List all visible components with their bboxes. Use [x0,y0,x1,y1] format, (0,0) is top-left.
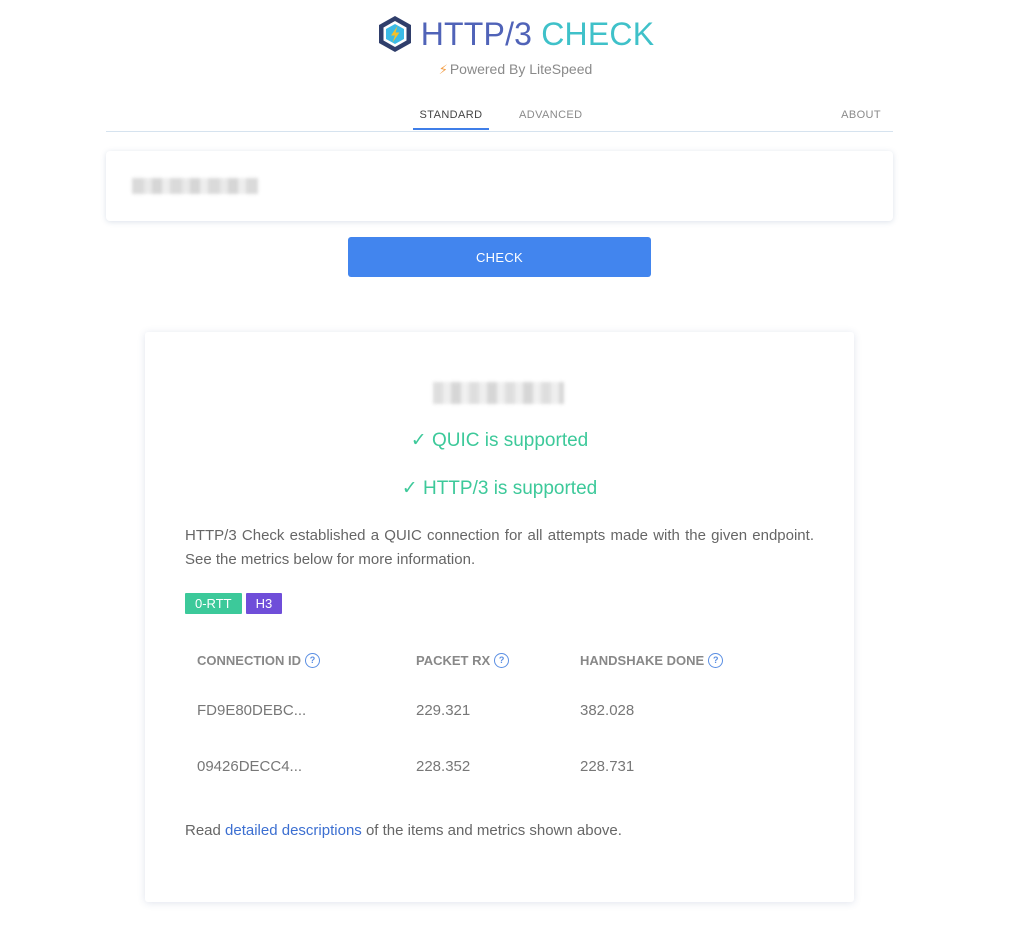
table-cell-handshake-done: 382.028 [580,702,635,719]
tab-standard[interactable]: STANDARD [413,109,489,121]
help-icon[interactable]: ? [708,653,724,668]
logo-text-http: HTTP/3 [420,16,533,52]
table-cell-packet-rx: 229.321 [416,702,471,719]
help-icon[interactable]: ? [494,653,510,668]
logo-text-check: CHECK [541,16,655,52]
tab-advanced[interactable]: ADVANCED [519,109,583,121]
litespeed-logo-icon [378,16,411,52]
table-cell-connection-id: FD9E80DEBC... [197,702,307,719]
help-icon[interactable]: ? [305,653,320,668]
table-cell-connection-id: 09426DECC4... [197,758,303,775]
mode-tabs: STANDARD ADVANCED ABOUT [106,103,893,132]
feature-badges: 0-RTT H3 [185,593,283,614]
quic-status: ✓ QUIC is supported [410,430,589,451]
result-summary: HTTP/3 Check established a QUIC connecti… [185,527,814,568]
powered-by-text[interactable]: Powered By LiteSpeed [450,61,592,77]
read-more-prefix: Read [185,822,226,839]
table-cell-packet-rx: 228.352 [416,758,471,775]
result-card: ✓ QUIC is supported ✓ HTTP/3 is supporte… [145,332,854,902]
powered-by: ⚡ Powered By LiteSpeed [0,61,1031,78]
logo-text: HTTP/3 CHECK [421,14,655,54]
badge-h3: H3 [245,593,283,614]
http3-status: ✓ HTTP/3 is supported [401,478,598,499]
redacted-hostname [433,382,564,404]
url-input-card [106,151,893,221]
badge-0rtt: 0-RTT [185,593,242,614]
column-header-handshake-done: HANDSHAKE DONE ? [580,653,724,668]
detailed-descriptions-link[interactable]: detailed descriptions [225,822,362,839]
site-header: HTTP/3 CHECK ⚡ Powered By LiteSpeed [0,0,1031,90]
column-header-label: PACKET RX [416,653,491,668]
column-header-packet-rx: PACKET RX ? [416,653,510,668]
check-button[interactable]: CHECK [348,237,651,277]
logo[interactable]: HTTP/3 CHECK [0,14,1031,54]
tab-about[interactable]: ABOUT [841,109,881,121]
url-input[interactable] [132,175,736,199]
read-more-note: Read detailed descriptions of the items … [185,822,622,839]
column-header-label: CONNECTION ID [197,653,301,668]
bolt-icon: ⚡ [438,62,448,77]
read-more-suffix: of the items and metrics shown above. [361,822,622,839]
table-cell-handshake-done: 228.731 [580,758,635,775]
active-tab-indicator [413,128,489,130]
column-header-label: HANDSHAKE DONE [580,653,705,668]
column-header-connection-id: CONNECTION ID ? [197,653,320,668]
